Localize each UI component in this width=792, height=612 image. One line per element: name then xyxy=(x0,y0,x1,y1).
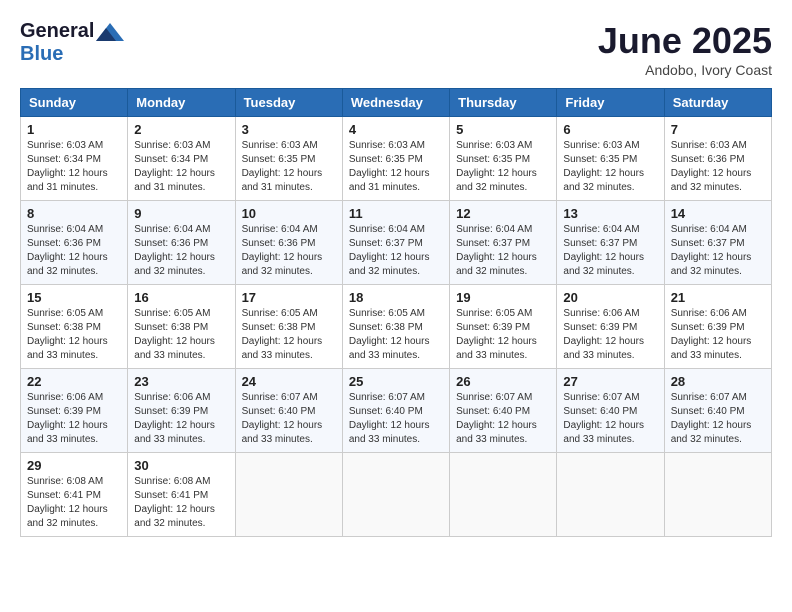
day-cell-27: 27Sunrise: 6:07 AMSunset: 6:40 PMDayligh… xyxy=(557,369,664,453)
calendar-header-row: Sunday Monday Tuesday Wednesday Thursday… xyxy=(21,89,772,117)
day-cell-11: 11Sunrise: 6:04 AMSunset: 6:37 PMDayligh… xyxy=(342,201,449,285)
day-cell-20: 20Sunrise: 6:06 AMSunset: 6:39 PMDayligh… xyxy=(557,285,664,369)
day-cell-6: 6Sunrise: 6:03 AMSunset: 6:35 PMDaylight… xyxy=(557,117,664,201)
day-cell-14: 14Sunrise: 6:04 AMSunset: 6:37 PMDayligh… xyxy=(664,201,771,285)
week-row-3: 15Sunrise: 6:05 AMSunset: 6:38 PMDayligh… xyxy=(21,285,772,369)
day-cell-28: 28Sunrise: 6:07 AMSunset: 6:40 PMDayligh… xyxy=(664,369,771,453)
day-cell-12: 12Sunrise: 6:04 AMSunset: 6:37 PMDayligh… xyxy=(450,201,557,285)
empty-cell-2 xyxy=(342,453,449,537)
day-cell-7: 7Sunrise: 6:03 AMSunset: 6:36 PMDaylight… xyxy=(664,117,771,201)
day-cell-17: 17Sunrise: 6:05 AMSunset: 6:38 PMDayligh… xyxy=(235,285,342,369)
col-monday: Monday xyxy=(128,89,235,117)
day-cell-15: 15Sunrise: 6:05 AMSunset: 6:38 PMDayligh… xyxy=(21,285,128,369)
week-row-4: 22Sunrise: 6:06 AMSunset: 6:39 PMDayligh… xyxy=(21,369,772,453)
day-cell-21: 21Sunrise: 6:06 AMSunset: 6:39 PMDayligh… xyxy=(664,285,771,369)
col-wednesday: Wednesday xyxy=(342,89,449,117)
day-cell-8: 8Sunrise: 6:04 AMSunset: 6:36 PMDaylight… xyxy=(21,201,128,285)
day-cell-25: 25Sunrise: 6:07 AMSunset: 6:40 PMDayligh… xyxy=(342,369,449,453)
title-block: June 2025 Andobo, Ivory Coast xyxy=(598,20,772,78)
day-cell-19: 19Sunrise: 6:05 AMSunset: 6:39 PMDayligh… xyxy=(450,285,557,369)
day-cell-3: 3Sunrise: 6:03 AMSunset: 6:35 PMDaylight… xyxy=(235,117,342,201)
day-cell-16: 16Sunrise: 6:05 AMSunset: 6:38 PMDayligh… xyxy=(128,285,235,369)
day-cell-10: 10Sunrise: 6:04 AMSunset: 6:36 PMDayligh… xyxy=(235,201,342,285)
day-cell-9: 9Sunrise: 6:04 AMSunset: 6:36 PMDaylight… xyxy=(128,201,235,285)
day-cell-13: 13Sunrise: 6:04 AMSunset: 6:37 PMDayligh… xyxy=(557,201,664,285)
col-thursday: Thursday xyxy=(450,89,557,117)
col-tuesday: Tuesday xyxy=(235,89,342,117)
day-cell-29: 29Sunrise: 6:08 AMSunset: 6:41 PMDayligh… xyxy=(21,453,128,537)
logo: General Blue xyxy=(20,20,124,66)
day-cell-4: 4Sunrise: 6:03 AMSunset: 6:35 PMDaylight… xyxy=(342,117,449,201)
day-cell-23: 23Sunrise: 6:06 AMSunset: 6:39 PMDayligh… xyxy=(128,369,235,453)
empty-cell-5 xyxy=(664,453,771,537)
calendar-table: Sunday Monday Tuesday Wednesday Thursday… xyxy=(20,88,772,537)
col-friday: Friday xyxy=(557,89,664,117)
col-sunday: Sunday xyxy=(21,89,128,117)
page-header: General Blue June 2025 Andobo, Ivory Coa… xyxy=(20,20,772,78)
col-saturday: Saturday xyxy=(664,89,771,117)
day-cell-1: 1Sunrise: 6:03 AMSunset: 6:34 PMDaylight… xyxy=(21,117,128,201)
day-cell-18: 18Sunrise: 6:05 AMSunset: 6:38 PMDayligh… xyxy=(342,285,449,369)
logo-blue: Blue xyxy=(20,43,124,66)
logo-text: General xyxy=(20,20,124,43)
day-cell-5: 5Sunrise: 6:03 AMSunset: 6:35 PMDaylight… xyxy=(450,117,557,201)
empty-cell-3 xyxy=(450,453,557,537)
week-row-5: 29Sunrise: 6:08 AMSunset: 6:41 PMDayligh… xyxy=(21,453,772,537)
logo-icon xyxy=(96,23,124,41)
day-cell-26: 26Sunrise: 6:07 AMSunset: 6:40 PMDayligh… xyxy=(450,369,557,453)
week-row-2: 8Sunrise: 6:04 AMSunset: 6:36 PMDaylight… xyxy=(21,201,772,285)
day-cell-24: 24Sunrise: 6:07 AMSunset: 6:40 PMDayligh… xyxy=(235,369,342,453)
month-title: June 2025 xyxy=(598,20,772,62)
location-subtitle: Andobo, Ivory Coast xyxy=(598,62,772,78)
day-cell-2: 2Sunrise: 6:03 AMSunset: 6:34 PMDaylight… xyxy=(128,117,235,201)
day-cell-30: 30Sunrise: 6:08 AMSunset: 6:41 PMDayligh… xyxy=(128,453,235,537)
empty-cell-1 xyxy=(235,453,342,537)
empty-cell-4 xyxy=(557,453,664,537)
week-row-1: 1Sunrise: 6:03 AMSunset: 6:34 PMDaylight… xyxy=(21,117,772,201)
day-cell-22: 22Sunrise: 6:06 AMSunset: 6:39 PMDayligh… xyxy=(21,369,128,453)
